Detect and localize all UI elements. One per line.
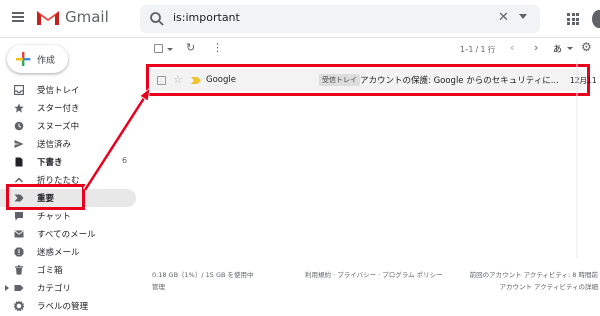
divider <box>576 60 578 258</box>
